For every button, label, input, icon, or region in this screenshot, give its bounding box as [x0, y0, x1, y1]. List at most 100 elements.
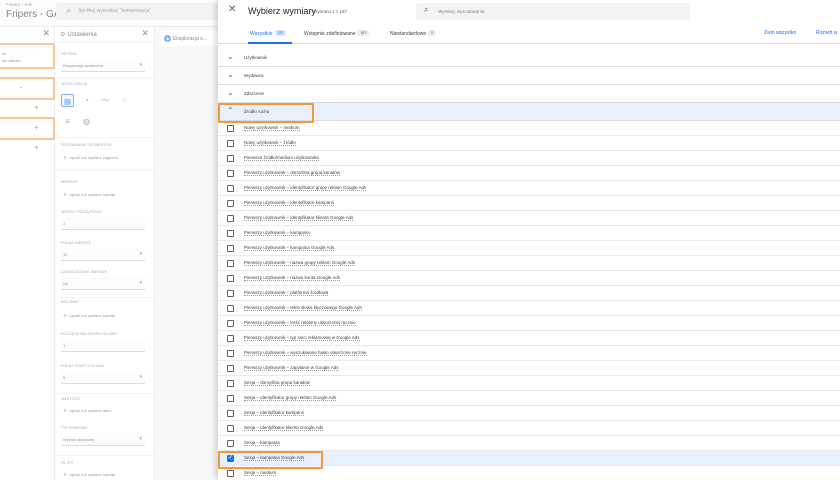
- checkbox[interactable]: [227, 440, 234, 447]
- tab-all-label: Wszystkie: [250, 31, 273, 37]
- checkbox[interactable]: [227, 215, 234, 222]
- dimension-item[interactable]: Sesja – identyfikator grupy reklam Googl…: [218, 391, 840, 406]
- dimension-item-label: Sesja – identyfikator grupy reklam Googl…: [244, 395, 337, 401]
- select-dimensions-dialog: ✕ Wybierz wymiary Wybrano 1 z 187 ⌕ Wymi…: [218, 0, 840, 480]
- category-label: Użytkownik: [244, 55, 267, 60]
- checkbox[interactable]: [227, 380, 234, 387]
- checkbox[interactable]: [227, 335, 234, 342]
- dimension-item[interactable]: Pierwszy użytkownik – zapytanie w Google…: [218, 361, 840, 376]
- tab-predefined-count: 187: [357, 30, 370, 36]
- dimension-item[interactable]: Nowy użytkownik – źródło: [218, 136, 840, 151]
- checkbox[interactable]: [227, 410, 234, 417]
- checkbox[interactable]: [227, 155, 234, 162]
- dimension-item-label: Nowy użytkownik – źródło: [244, 140, 296, 146]
- dimension-item-label: Pierwszy użytkownik – wyszukiwane hasło …: [244, 350, 367, 356]
- dimension-item-label: Pierwszy użytkownik – treść reklamy utwo…: [244, 320, 356, 326]
- dimension-search-placeholder: Wymiary wyszukiwania: [438, 9, 485, 14]
- dialog-title: Wybierz wymiary: [248, 6, 316, 16]
- checkbox[interactable]: [227, 185, 234, 192]
- dimension-item-label: Pierwszy użytkownik – tekst słowa kluczo…: [244, 305, 362, 311]
- chevron-down-icon: ⌄: [227, 52, 234, 61]
- highlight-box: [218, 451, 323, 469]
- dimension-item[interactable]: Pierwszy użytkownik – identyfikator klie…: [218, 211, 840, 226]
- checkbox[interactable]: [227, 230, 234, 237]
- checkbox[interactable]: [227, 245, 234, 252]
- checkbox[interactable]: [227, 320, 234, 327]
- dimension-item[interactable]: Pierwszy użytkownik – nazwa konta Google…: [218, 271, 840, 286]
- search-icon: ⌕: [424, 5, 429, 14]
- chevron-down-icon: ⌄: [227, 70, 234, 79]
- dimension-item-label: Sesja – domyślna grupa kanałów: [244, 380, 311, 386]
- dimension-item-label: Sesja – medium: [244, 470, 277, 476]
- checkbox[interactable]: [227, 125, 234, 132]
- category-label: Wydawca: [244, 73, 264, 78]
- checkbox[interactable]: [227, 470, 234, 477]
- dimension-item[interactable]: Pierwszy użytkownik – tekst słowa kluczo…: [218, 301, 840, 316]
- tab-custom-label: Niestandardowe: [390, 31, 427, 37]
- dimension-item[interactable]: Sesja – identyfikator kampanii: [218, 406, 840, 421]
- dimension-item-label: Pierwszy użytkownik – typ sieci reklamow…: [244, 335, 360, 341]
- checkbox[interactable]: [227, 260, 234, 267]
- dimension-item-label: Pierwszy użytkownik – identyfikator klie…: [244, 215, 354, 221]
- dimension-item[interactable]: Pierwszy użytkownik – kampania: [218, 226, 840, 241]
- checkbox[interactable]: [227, 395, 234, 402]
- checkbox[interactable]: [227, 425, 234, 432]
- dimension-item[interactable]: Pierwszy użytkownik – platforma źródłowa: [218, 286, 840, 301]
- dimension-item-label: Sesja – kampania: [244, 440, 280, 446]
- dialog-header: ✕ Wybierz wymiary Wybrano 1 z 187 ⌕ Wymi…: [218, 0, 840, 44]
- dimension-item-label: Sesja – identyfikator klienta Google Ads: [244, 425, 324, 431]
- active-tab-indicator: [248, 42, 292, 44]
- close-icon[interactable]: ✕: [228, 4, 236, 15]
- dimension-item[interactable]: Pierwszy użytkownik – identyfikator kamp…: [218, 196, 840, 211]
- expand-all-button[interactable]: Rozwiń w: [816, 30, 837, 36]
- dimension-item[interactable]: Sesja – identyfikator klienta Google Ads: [218, 421, 840, 436]
- dimension-item[interactable]: Pierwszy użytkownik – typ sieci reklamow…: [218, 331, 840, 346]
- dimension-item-label: Pierwszy użytkownik – identyfikator grup…: [244, 185, 367, 191]
- tab-all-count: 187: [274, 30, 287, 36]
- dimension-item[interactable]: Sesja – kampania: [218, 436, 840, 451]
- checkbox[interactable]: [227, 350, 234, 357]
- category-row[interactable]: ⌄ Wydawca: [218, 67, 840, 85]
- dimension-item[interactable]: Pierwszy użytkownik – identyfikator grup…: [218, 181, 840, 196]
- dimension-item-label: Pierwszy użytkownik – nazwa konta Google…: [244, 275, 341, 281]
- dimension-item-label: Pierwszy użytkownik – nazwa grupy reklam…: [244, 260, 356, 266]
- dimension-item-label: Pierwszy użytkownik – kampania Google Ad…: [244, 245, 335, 251]
- dimension-item[interactable]: Pierwszy użytkownik – nazwa grupy reklam…: [218, 256, 840, 271]
- highlight-box: [218, 103, 314, 123]
- dimension-item-label: Pierwszy użytkownik – platforma źródłowa: [244, 290, 329, 296]
- dimension-item-label: Pierwszy użytkownik – domyślna grupa kan…: [244, 170, 341, 176]
- dimension-item[interactable]: Pierwszy użytkownik – domyślna grupa kan…: [218, 166, 840, 181]
- tab-custom-count: 0: [428, 30, 437, 36]
- dimension-item[interactable]: Pierwszy użytkownik – treść reklamy utwo…: [218, 316, 840, 331]
- checkbox[interactable]: [227, 275, 234, 282]
- checkbox[interactable]: [227, 170, 234, 177]
- dimension-item-label: Nowy użytkownik – medium: [244, 125, 300, 131]
- dimension-item[interactable]: Pierwsze źródło/medium użytkownika: [218, 151, 840, 166]
- checkbox[interactable]: [227, 200, 234, 207]
- dimension-search-input[interactable]: ⌕ Wymiary wyszukiwania: [416, 3, 690, 20]
- dimension-item-label: Sesja – identyfikator kampanii: [244, 410, 304, 416]
- tab-predefined[interactable]: Wstępnie zdefiniowane 187: [304, 30, 370, 37]
- dimension-item-label: Pierwszy użytkownik – zapytanie w Google…: [244, 365, 339, 371]
- category-row[interactable]: ⌄ Zdarzenie: [218, 85, 840, 103]
- checkbox[interactable]: [227, 140, 234, 147]
- dimension-item[interactable]: Nowy użytkownik – medium: [218, 121, 840, 136]
- checkbox[interactable]: [227, 305, 234, 312]
- category-label: Zdarzenie: [244, 91, 265, 96]
- modal-scrim[interactable]: [0, 0, 220, 480]
- tab-predefined-label: Wstępnie zdefiniowane: [304, 31, 356, 37]
- dimension-item[interactable]: Sesja – domyślna grupa kanałów: [218, 376, 840, 391]
- checkbox[interactable]: [227, 365, 234, 372]
- dimension-item-label: Pierwsze źródło/medium użytkownika: [244, 155, 319, 161]
- tab-all[interactable]: Wszystkie 187: [250, 30, 287, 37]
- collapse-all-button[interactable]: Zwiń wszystko: [764, 30, 796, 36]
- tab-custom[interactable]: Niestandardowe 0: [390, 30, 437, 37]
- dialog-subtitle: Wybrano 1 z 187: [313, 9, 347, 14]
- dimension-item-label: Pierwszy użytkownik – identyfikator kamp…: [244, 200, 334, 206]
- category-row[interactable]: ⌄ Użytkownik: [218, 49, 840, 67]
- dimension-item-label: Pierwszy użytkownik – kampania: [244, 230, 310, 236]
- chevron-down-icon: ⌄: [227, 88, 234, 97]
- dimension-item[interactable]: Pierwszy użytkownik – kampania Google Ad…: [218, 241, 840, 256]
- checkbox[interactable]: [227, 290, 234, 297]
- dimension-item[interactable]: Pierwszy użytkownik – wyszukiwane hasło …: [218, 346, 840, 361]
